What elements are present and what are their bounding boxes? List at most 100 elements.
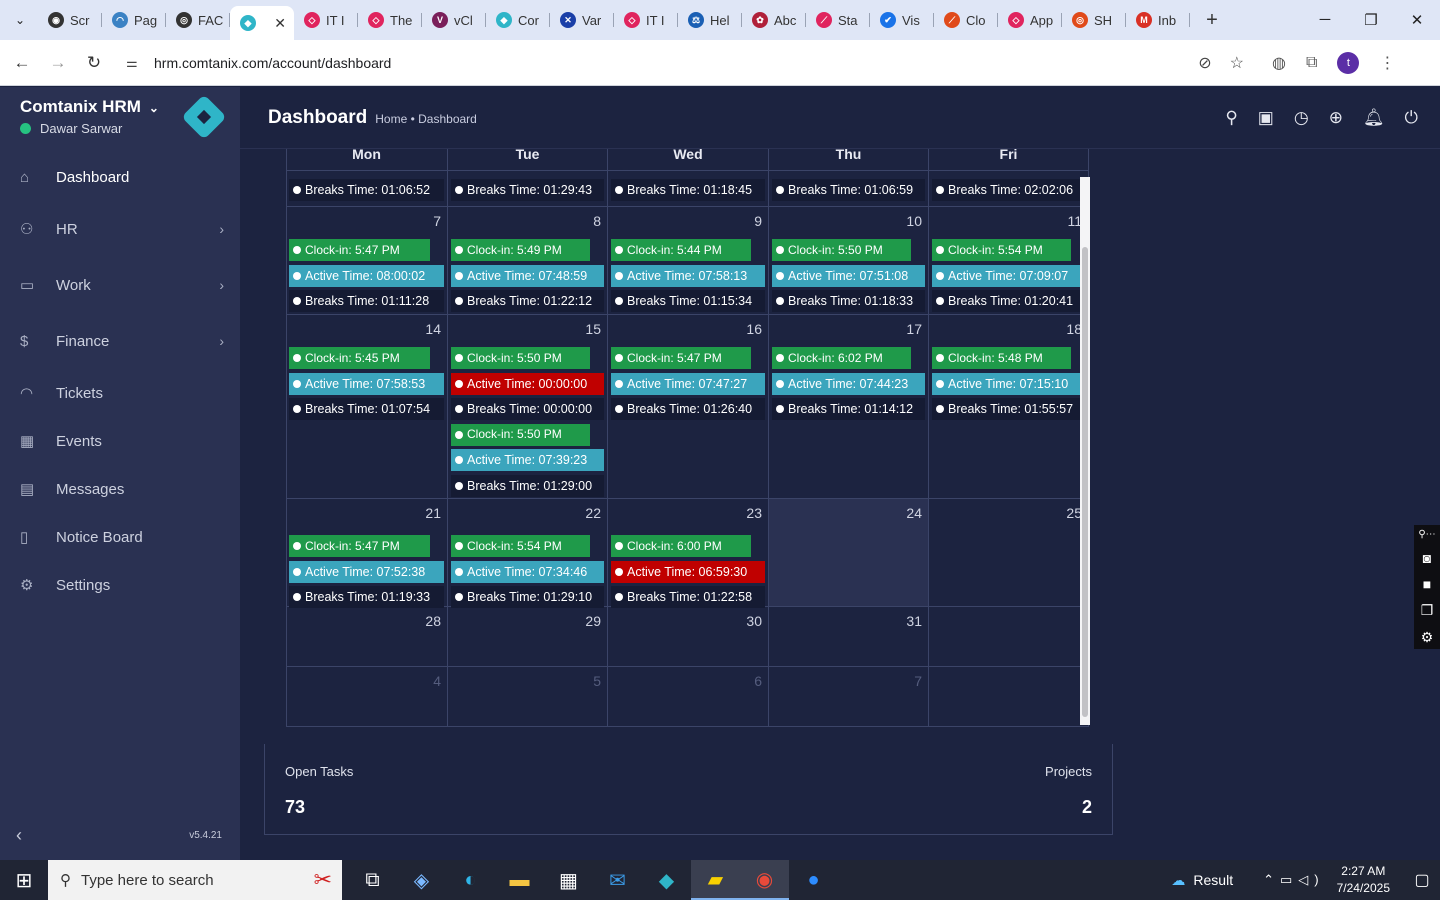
breaks-time-event[interactable]: Breaks Time: 01:29:43 <box>451 179 604 201</box>
clock-in-event[interactable]: Clock-in: 5:47 PM <box>289 535 430 557</box>
power-icon[interactable]: ⏻ <box>1405 108 1418 128</box>
calendar-day-cell[interactable]: Breaks Time: 01:18:45 <box>608 149 769 207</box>
clock-in-event[interactable]: Clock-in: 6:02 PM <box>772 347 911 369</box>
browser-tab[interactable]: VvCl <box>422 5 486 35</box>
clock-in-event[interactable]: Clock-in: 5:50 PM <box>451 347 590 369</box>
active-time-event[interactable]: Active Time: 08:00:02 <box>289 264 444 287</box>
breaks-time-event[interactable]: Breaks Time: 01:11:28 <box>289 290 444 313</box>
breaks-time-event[interactable]: Breaks Time: 01:07:54 <box>289 398 444 421</box>
new-tab-button[interactable]: + <box>1200 9 1224 32</box>
calendar-day-cell[interactable]: 25 <box>929 499 1089 607</box>
edge-icon[interactable]: ◐ <box>446 860 495 900</box>
day-number[interactable]: 4 <box>433 673 441 689</box>
tab-search-button[interactable]: ⌄ <box>6 6 34 34</box>
calendar-day-cell[interactable]: 11 Clock-in: 5:54 PM Active Time: 07:09:07… <box>929 207 1089 315</box>
day-number[interactable]: 31 <box>906 613 922 629</box>
gear-icon[interactable]: ⚙ <box>1421 629 1434 646</box>
calendar-day-cell[interactable]: 10 Clock-in: 5:50 PM Active Time: 07:51:08… <box>769 207 929 315</box>
day-number[interactable]: 29 <box>585 613 601 629</box>
browser-tab[interactable]: ◎ FAC <box>166 5 230 35</box>
browser-tab[interactable]: ✔ Vis <box>870 5 934 35</box>
mail-icon[interactable]: ✉ <box>593 860 642 900</box>
calendar-day-cell[interactable]: 5 <box>448 667 608 727</box>
active-time-event[interactable]: Active Time: 07:48:59 <box>451 264 604 287</box>
task-view-icon[interactable]: ⧉ <box>348 860 397 900</box>
breaks-time-event[interactable]: Breaks Time: 00:00:00 <box>451 398 604 421</box>
breaks-time-event[interactable]: Breaks Time: 01:29:00 <box>451 475 604 497</box>
breaks-time-event[interactable]: Breaks Time: 01:55:57 <box>932 398 1085 421</box>
active-time-event[interactable]: Active Time: 06:59:30 <box>611 560 765 583</box>
day-number[interactable]: 30 <box>746 613 762 629</box>
browser-tab[interactable]: ✕ Var <box>550 5 614 35</box>
sidebar-item-notice-board[interactable]: ▯ Notice Board <box>0 513 240 561</box>
notification-center-icon[interactable]: ▢ <box>1404 870 1440 890</box>
clock-in-event[interactable]: Clock-in: 5:47 PM <box>611 347 751 369</box>
clock-in-event[interactable]: Clock-in: 5:49 PM <box>451 239 590 261</box>
breaks-time-event[interactable]: Breaks Time: 02:02:06 <box>932 179 1085 201</box>
store-icon[interactable]: ▦ <box>544 860 593 900</box>
collapse-sidebar-icon[interactable]: ‹ <box>16 825 22 846</box>
calendar-day-cell[interactable]: 16 Clock-in: 5:47 PM Active Time: 07:47:27… <box>608 315 769 499</box>
profile-avatar[interactable]: t <box>1337 51 1360 74</box>
browser-tab[interactable]: ◆ Cor <box>486 5 550 35</box>
breaks-time-event[interactable]: Breaks Time: 01:26:40 <box>611 398 765 421</box>
comtanix-app-icon[interactable]: ◆ <box>642 860 691 900</box>
video-icon[interactable]: ■ <box>1423 576 1431 592</box>
forward-icon[interactable]: → <box>40 53 76 73</box>
copy-icon[interactable]: ❐ <box>1421 602 1434 619</box>
taskbar-search[interactable]: ⚲ Type here to search ✂ <box>48 860 342 900</box>
weather-text[interactable]: Result <box>1193 872 1233 888</box>
zoom-icon[interactable]: ● <box>789 860 838 900</box>
site-info-icon[interactable]: ⚌ <box>126 55 148 71</box>
browser-tab[interactable]: ◎ SH <box>1062 5 1126 35</box>
calendar-day-cell[interactable]: 28 <box>286 607 448 667</box>
system-tray-icons[interactable]: ⌃▭◁) <box>1263 872 1325 888</box>
calendar-day-cell[interactable]: 22 Clock-in: 5:54 PM Active Time: 07:34:46… <box>448 499 608 609</box>
globe-icon[interactable]: ◍ <box>1272 53 1286 73</box>
calendar-day-cell[interactable]: 14 Clock-in: 5:45 PM Active Time: 07:58:53… <box>286 315 448 499</box>
copilot-icon[interactable]: ◈ <box>397 860 446 900</box>
sidebar-item-settings[interactable]: ⚙ Settings <box>0 561 240 609</box>
active-time-event[interactable]: Active Time: 07:58:53 <box>289 372 444 395</box>
calendar-day-cell[interactable]: 23 Clock-in: 6:00 PM Active Time: 06:59:30… <box>608 499 769 609</box>
calendar-day-cell[interactable] <box>929 667 1089 727</box>
calendar-day-cell[interactable]: 31 <box>769 607 929 667</box>
active-time-event[interactable]: Active Time: 07:51:08 <box>772 264 925 287</box>
calendar-day-cell[interactable]: 15 Clock-in: 5:50 PM Active Time: 00:00:00… <box>448 315 608 499</box>
menu-kebab-icon[interactable]: ⋮ <box>1379 53 1395 73</box>
add-circle-icon[interactable]: ⊕ <box>1329 108 1343 128</box>
breaks-time-event[interactable]: Breaks Time: 01:18:45 <box>611 179 765 201</box>
scrollbar-thumb[interactable] <box>1082 247 1088 717</box>
clock-in-event[interactable]: Clock-in: 6:00 PM <box>611 535 751 557</box>
calendar-day-cell[interactable]: 24 <box>769 499 929 607</box>
calendar-day-cell[interactable]: 7 <box>769 667 929 727</box>
day-number[interactable]: 6 <box>754 673 762 689</box>
day-number[interactable]: 28 <box>425 613 441 629</box>
calendar-day-cell[interactable]: 30 <box>608 607 769 667</box>
sidebar-item-finance[interactable]: $ Finance › <box>0 313 240 369</box>
day-number[interactable]: 17 <box>906 321 922 337</box>
day-number[interactable]: 15 <box>585 321 601 337</box>
browser-tab[interactable]: ✿ Abc <box>742 5 806 35</box>
breaks-time-event[interactable]: Breaks Time: 01:06:59 <box>772 179 925 201</box>
clock-in-event[interactable]: Clock-in: 5:47 PM <box>289 239 430 261</box>
close-tab-icon[interactable]: ✕ <box>274 15 286 32</box>
sidebar-item-messages[interactable]: ▤ Messages <box>0 465 240 513</box>
breaks-time-event[interactable]: Breaks Time: 01:20:41 <box>932 290 1085 313</box>
calendar-scrollbar[interactable] <box>1080 177 1090 725</box>
day-number[interactable]: 8 <box>593 213 601 229</box>
taskbar-clock[interactable]: 2:27 AM 7/24/2025 <box>1337 863 1390 897</box>
breaks-time-event[interactable]: Breaks Time: 01:22:12 <box>451 290 604 313</box>
weather-icon[interactable]: ☁ <box>1171 872 1185 889</box>
extensions-icon[interactable]: ⧉ <box>1306 54 1317 72</box>
active-time-event[interactable]: Active Time: 07:58:13 <box>611 264 765 287</box>
calendar-day-cell[interactable]: 4 <box>286 667 448 727</box>
day-number[interactable]: 22 <box>585 505 601 521</box>
restore-icon[interactable]: ❐ <box>1348 11 1394 29</box>
browser-tab[interactable]: ◇ IT I <box>614 5 678 35</box>
clock-in-event[interactable]: Clock-in: 5:50 PM <box>772 239 911 261</box>
day-number[interactable]: 10 <box>906 213 922 229</box>
link-icon[interactable]: ⚲⋯ <box>1418 529 1435 540</box>
chrome-icon[interactable]: ◉ <box>740 860 789 900</box>
brand-switcher[interactable]: Comtanix HRM ⌄ <box>20 97 159 117</box>
